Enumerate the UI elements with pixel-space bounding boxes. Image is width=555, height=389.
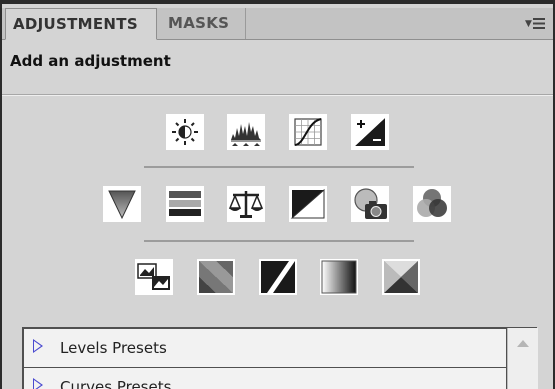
divider xyxy=(144,240,414,242)
panel-tab-bar: ADJUSTMENTS MASKS ▼ xyxy=(2,8,553,40)
channel-mixer-icon[interactable] xyxy=(413,186,451,222)
brightness-contrast-icon[interactable] xyxy=(166,114,204,150)
black-white-icon[interactable] xyxy=(289,186,327,222)
panel-menu-icon[interactable]: ▼ xyxy=(525,16,545,32)
hue-saturation-icon[interactable] xyxy=(166,186,204,222)
threshold-icon[interactable] xyxy=(259,259,297,295)
tab-masks[interactable]: MASKS xyxy=(160,8,246,39)
posterize-icon[interactable] xyxy=(197,259,235,295)
scrollbar[interactable] xyxy=(507,328,538,389)
list-item[interactable]: Curves Presets xyxy=(23,367,507,389)
panel-title: Add an adjustment xyxy=(10,52,171,70)
expand-arrow-icon[interactable] xyxy=(33,339,43,353)
list-item[interactable]: Levels Presets xyxy=(23,328,507,368)
preset-label: Levels Presets xyxy=(60,339,167,357)
preset-label: Curves Presets xyxy=(60,378,172,389)
vibrance-icon[interactable] xyxy=(103,186,141,222)
photo-filter-icon[interactable] xyxy=(351,186,389,222)
expand-arrow-icon[interactable] xyxy=(33,378,43,389)
exposure-icon[interactable] xyxy=(351,114,389,150)
selective-color-icon[interactable] xyxy=(382,259,420,295)
presets-list: Levels Presets Curves Presets xyxy=(22,327,538,389)
divider xyxy=(144,166,414,168)
color-balance-icon[interactable] xyxy=(227,186,265,222)
scroll-up-arrow-icon[interactable] xyxy=(517,340,529,347)
adjustments-panel: ADJUSTMENTS MASKS ▼ Add an adjustment Le… xyxy=(0,0,555,389)
invert-icon[interactable] xyxy=(135,259,173,295)
tab-adjustments[interactable]: ADJUSTMENTS xyxy=(5,8,157,40)
gradient-map-icon[interactable] xyxy=(320,259,358,295)
levels-icon[interactable] xyxy=(227,114,265,150)
curves-icon[interactable] xyxy=(289,114,327,150)
